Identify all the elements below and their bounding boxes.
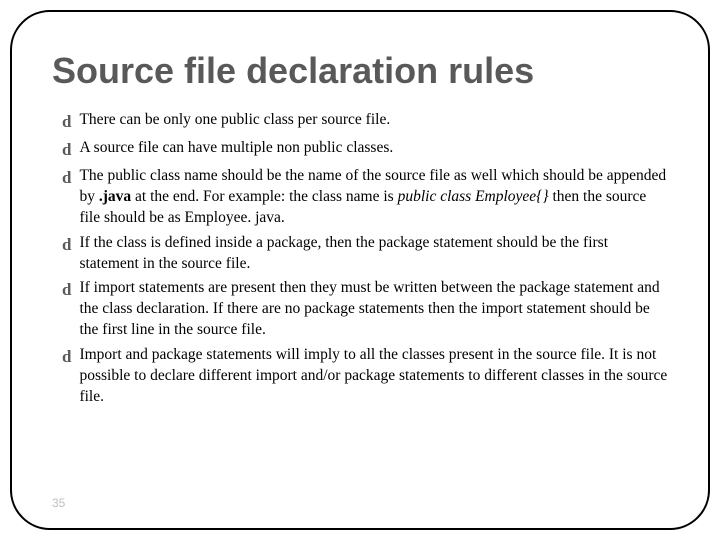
- bullet-item: d If import statements are present then t…: [62, 278, 668, 341]
- bullet-item: d There can be only one public class per …: [62, 110, 668, 134]
- bullet-text: The public class name should be the name…: [79, 166, 668, 229]
- bullet-list: d There can be only one public class per …: [52, 110, 668, 408]
- bullet-icon: d: [62, 139, 71, 162]
- bullet-icon: d: [62, 167, 71, 190]
- bullet-icon: d: [62, 111, 71, 134]
- bullet-text: A source file can have multiple non publ…: [79, 138, 668, 159]
- bullet-item: d The public class name should be the nam…: [62, 166, 668, 229]
- slide-title: Source file declaration rules: [52, 50, 668, 92]
- bullet-text: Import and package statements will imply…: [79, 345, 668, 408]
- bullet-text: If the class is defined inside a package…: [79, 233, 668, 275]
- bullet-icon: d: [62, 279, 71, 302]
- bullet-text: There can be only one public class per s…: [79, 110, 668, 131]
- bullet-item: d Import and package statements will impl…: [62, 345, 668, 408]
- bullet-item: d A source file can have multiple non pub…: [62, 138, 668, 162]
- page-number: 35: [52, 496, 65, 510]
- bullet-item: d If the class is defined inside a packag…: [62, 233, 668, 275]
- slide-frame: Source file declaration rules d There can…: [10, 10, 710, 530]
- bullet-icon: d: [62, 234, 71, 257]
- bullet-text: If import statements are present then th…: [79, 278, 668, 341]
- bullet-icon: d: [62, 346, 71, 369]
